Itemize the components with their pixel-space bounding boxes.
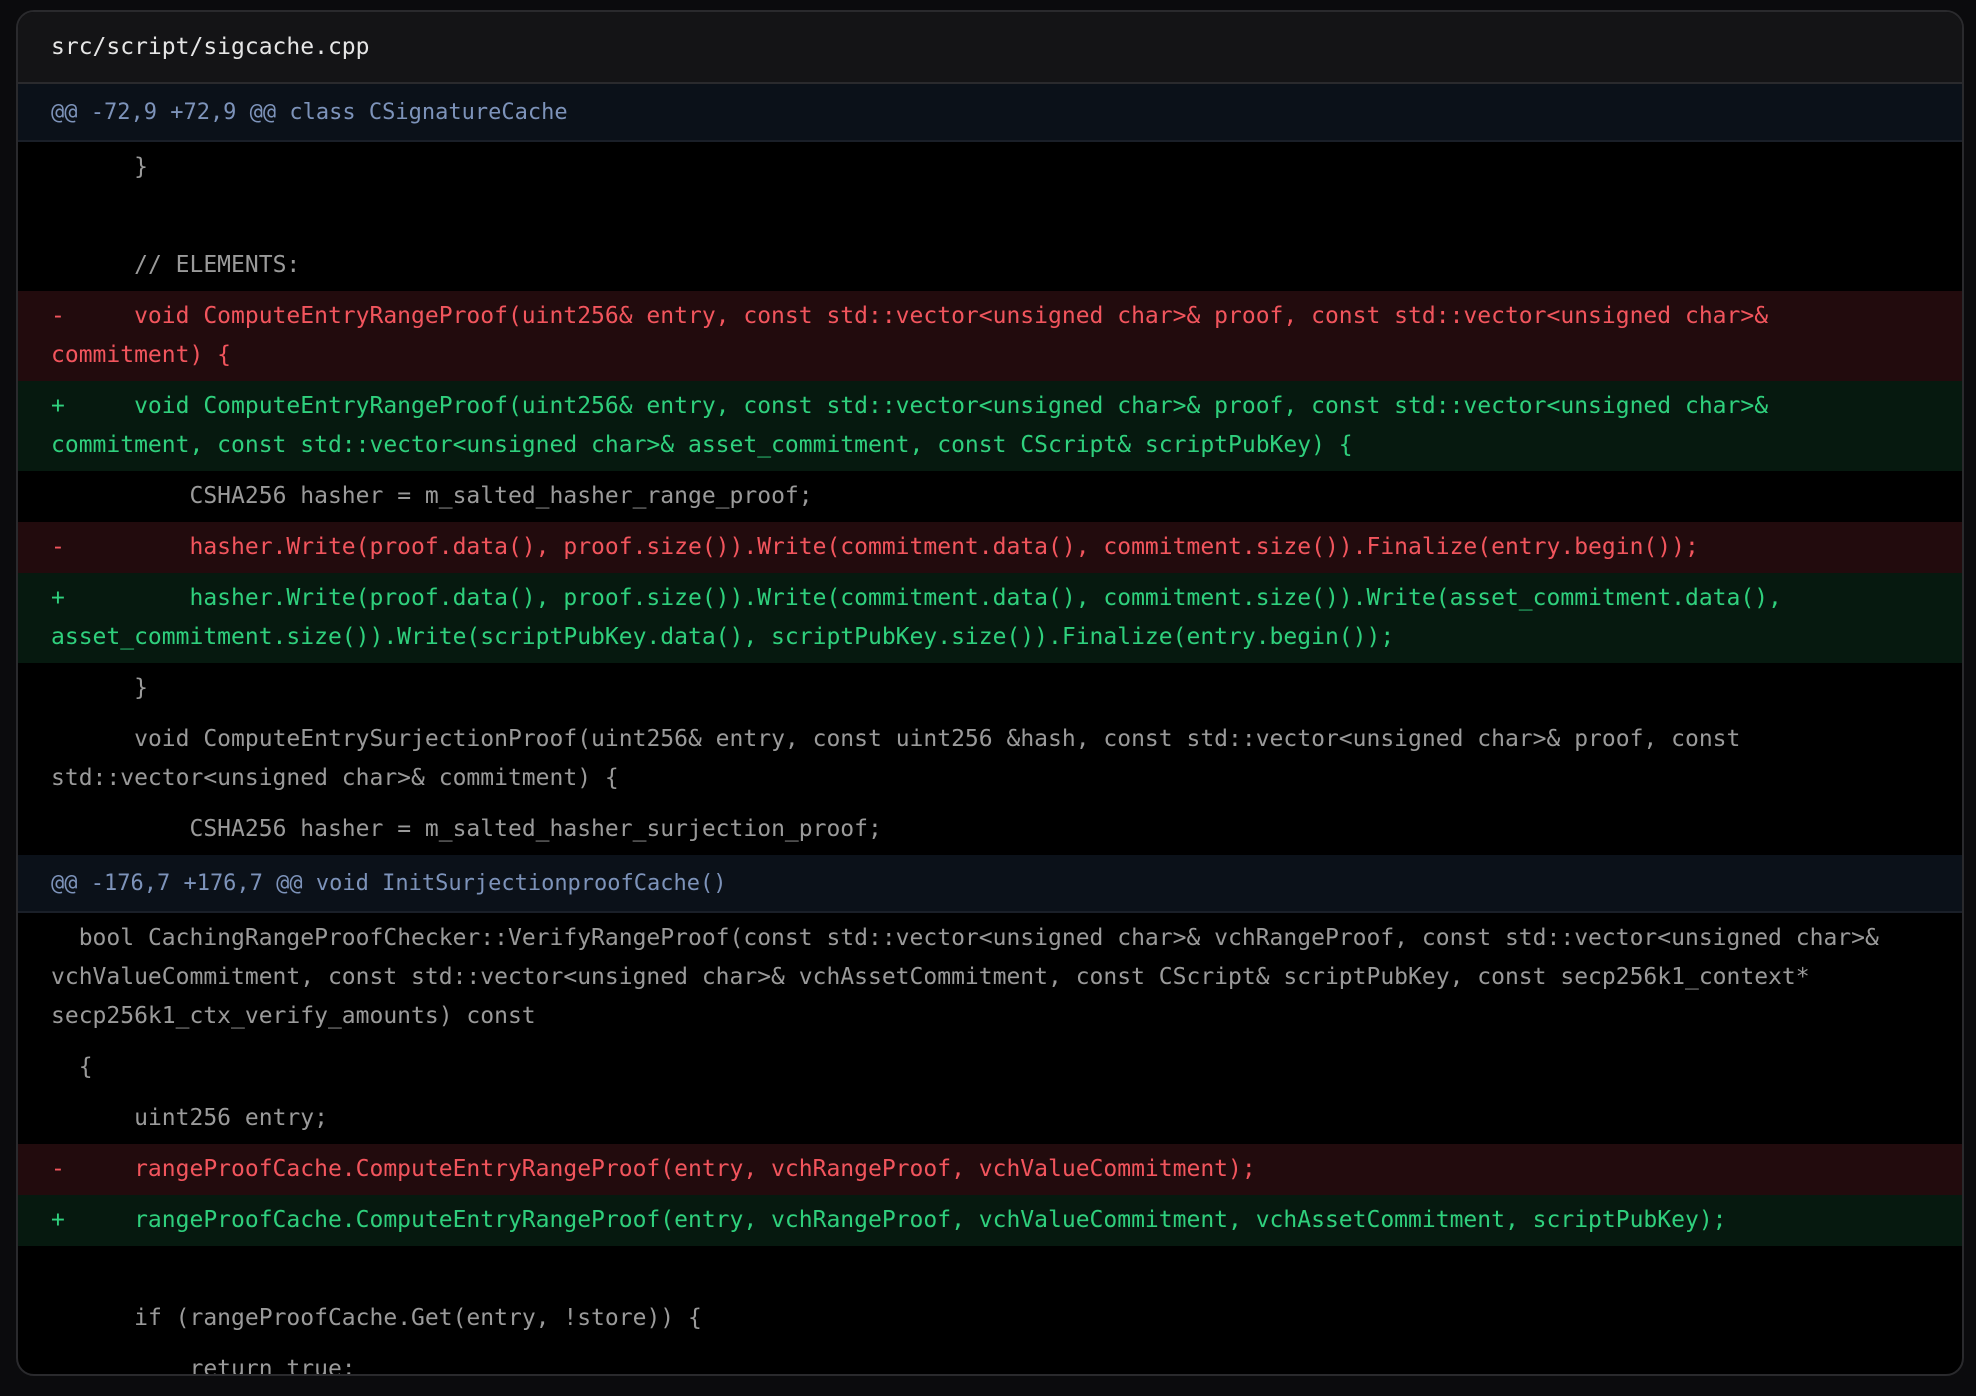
context-line: { — [51, 1054, 93, 1080]
diff-viewer: src/script/sigcache.cpp @@ -72,9 +72,9 @… — [16, 10, 1964, 1376]
deleted-line: - void ComputeEntryRangeProof(uint256& e… — [18, 291, 1962, 381]
context-line: // ELEMENTS: — [51, 252, 301, 278]
context-line: uint256 entry; — [51, 1105, 328, 1131]
context-line: if (rangeProofCache.Get(entry, !store)) … — [51, 1305, 702, 1331]
context-line: void ComputeEntrySurjectionProof(uint256… — [51, 726, 1755, 791]
hunk-header[interactable]: @@ -176,7 +176,7 @@ void InitSurjectionp… — [18, 855, 1962, 913]
hunk-body: } // ELEMENTS: - void ComputeEntryRangeP… — [18, 142, 1962, 855]
context-line: } — [51, 154, 148, 180]
context-line: } — [51, 675, 148, 701]
context-line: CSHA256 hasher = m_salted_hasher_surject… — [51, 816, 882, 842]
context-line: bool CachingRangeProofChecker::VerifyRan… — [51, 925, 1893, 1029]
context-line: CSHA256 hasher = m_salted_hasher_range_p… — [51, 483, 813, 509]
deleted-line: - hasher.Write(proof.data(), proof.size(… — [18, 522, 1962, 573]
added-line: + rangeProofCache.ComputeEntryRangeProof… — [18, 1195, 1962, 1246]
file-path: src/script/sigcache.cpp — [51, 34, 370, 60]
hunk-header[interactable]: @@ -72,9 +72,9 @@ class CSignatureCache — [18, 84, 1962, 142]
hunk-body: bool CachingRangeProofChecker::VerifyRan… — [18, 913, 1962, 1376]
context-line — [18, 193, 1962, 240]
added-line: + void ComputeEntryRangeProof(uint256& e… — [18, 381, 1962, 471]
deleted-line: - rangeProofCache.ComputeEntryRangeProof… — [18, 1144, 1962, 1195]
added-line: + hasher.Write(proof.data(), proof.size(… — [18, 573, 1962, 663]
context-line — [18, 1246, 1962, 1293]
context-line: return true; — [51, 1356, 356, 1376]
file-header[interactable]: src/script/sigcache.cpp — [18, 12, 1962, 84]
